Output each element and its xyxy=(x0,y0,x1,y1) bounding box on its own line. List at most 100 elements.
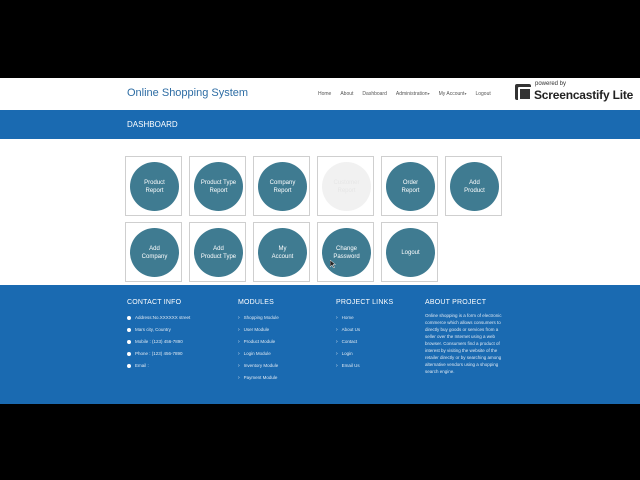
product-type-report-button[interactable]: Product Type Report xyxy=(194,162,243,211)
chevron-right-icon: › xyxy=(336,351,338,357)
module-link[interactable]: › Inventory Module xyxy=(238,360,279,372)
nav-home-label: Home xyxy=(318,91,332,97)
browser-page: Online Shopping System Home About Dashbo… xyxy=(0,78,640,404)
order-report-button[interactable]: Order Report xyxy=(386,162,435,211)
module-link[interactable]: › Payment Module xyxy=(238,372,279,384)
tile-product-type-report: Product Type Report xyxy=(189,156,246,216)
phone-icon xyxy=(127,352,131,356)
location-icon xyxy=(127,328,131,332)
tile-label: Product Report xyxy=(144,179,165,194)
page-title: DASHBOARD xyxy=(127,120,178,129)
tile-label: Add Company xyxy=(141,245,168,260)
chevron-right-icon: › xyxy=(238,327,240,333)
footer-about-title: ABOUT PROJECT xyxy=(425,299,487,306)
chevron-right-icon: › xyxy=(336,315,338,321)
tile-logout: Logout xyxy=(381,222,438,282)
nav-dashboard[interactable]: Dashboard xyxy=(362,91,386,97)
customer-report-button[interactable]: Customer Report xyxy=(322,162,371,211)
project-link[interactable]: › About Us xyxy=(336,324,393,336)
add-company-button[interactable]: Add Company xyxy=(130,228,179,277)
module-link[interactable]: › User Module xyxy=(238,324,279,336)
nav-administration[interactable]: Administration▾ xyxy=(396,91,430,97)
tile-add-company: Add Company xyxy=(125,222,182,282)
tile-label: Company Report xyxy=(269,179,296,194)
project-link[interactable]: › Contact xyxy=(336,336,393,348)
tile-company-report: Company Report xyxy=(253,156,310,216)
nav-my-account[interactable]: My Account▾ xyxy=(439,91,467,97)
module-link[interactable]: › Product Module xyxy=(238,336,279,348)
watermark-powered-by: powered by xyxy=(535,81,567,87)
project-link[interactable]: › Home xyxy=(336,312,393,324)
nav-logout-label: Logout xyxy=(475,91,491,97)
company-report-button[interactable]: Company Report xyxy=(258,162,307,211)
footer-project-links: PROJECT LINKS › Home › About Us › Contact ›… xyxy=(336,299,393,372)
chevron-right-icon: › xyxy=(336,339,338,345)
tile-change-password: Change Password xyxy=(317,222,374,282)
chevron-right-icon: › xyxy=(238,351,240,357)
nav-my-account-label: My Account xyxy=(438,91,465,97)
nav-home[interactable]: Home xyxy=(318,91,331,97)
module-link[interactable]: › Shopping Module xyxy=(238,312,279,324)
contact-email: Email : xyxy=(127,360,190,372)
footer-contact-info: CONTACT INFO Address:No.XXXXXX street Ma… xyxy=(127,299,190,372)
contact-city: Mars city, Country xyxy=(127,324,190,336)
change-password-button[interactable]: Change Password xyxy=(322,228,371,277)
screencastify-logo-icon xyxy=(515,84,532,101)
chevron-down-icon: ▾ xyxy=(464,91,467,96)
main-nav: Home About Dashboard Administration▾ My … xyxy=(318,91,500,97)
contact-mobile: Mobile : (123) 456-7890 xyxy=(127,336,190,348)
chevron-right-icon: › xyxy=(336,363,338,369)
nav-administration-label: Administration xyxy=(395,91,428,97)
home-icon xyxy=(127,316,131,320)
tile-add-product-type: Add Product Type xyxy=(189,222,246,282)
my-account-button[interactable]: My Account xyxy=(258,228,307,277)
chevron-down-icon: ▾ xyxy=(427,91,430,96)
footer-about-project: ABOUT PROJECT Online shopping is a form … xyxy=(425,299,503,375)
add-product-button[interactable]: Add Product xyxy=(450,162,499,211)
tile-label: My Account xyxy=(271,245,294,260)
envelope-icon xyxy=(127,364,131,368)
chevron-right-icon: › xyxy=(238,363,240,369)
chevron-right-icon: › xyxy=(336,327,338,333)
screencastify-watermark: powered by Screencastify Lite xyxy=(513,80,637,106)
product-report-button[interactable]: Product Report xyxy=(130,162,179,211)
tile-product-report: Product Report xyxy=(125,156,182,216)
nav-dashboard-label: Dashboard xyxy=(362,91,387,97)
add-product-type-button[interactable]: Add Product Type xyxy=(194,228,243,277)
footer-modules-title: MODULES xyxy=(238,299,275,306)
tile-label: Change Password xyxy=(333,245,360,260)
mouse-cursor-icon xyxy=(330,260,336,268)
nav-logout[interactable]: Logout xyxy=(475,91,490,97)
footer-links-title: PROJECT LINKS xyxy=(336,299,394,306)
chevron-right-icon: › xyxy=(238,315,240,321)
tile-add-product: Add Product xyxy=(445,156,502,216)
tile-label: Add Product Type xyxy=(200,245,237,260)
chevron-right-icon: › xyxy=(238,375,240,381)
mobile-icon xyxy=(127,340,131,344)
project-link[interactable]: › Email Us xyxy=(336,360,393,372)
nav-about-label: About xyxy=(340,91,354,97)
tile-label: Logout xyxy=(401,249,420,256)
tile-label: Order Report xyxy=(401,179,420,194)
tile-order-report: Order Report xyxy=(381,156,438,216)
watermark-brand: Screencastify Lite xyxy=(534,88,634,102)
brand-title[interactable]: Online Shopping System xyxy=(127,87,248,99)
top-navbar: Online Shopping System Home About Dashbo… xyxy=(0,78,640,110)
contact-phone: Phone : (123) 456-7890 xyxy=(127,348,190,360)
nav-about[interactable]: About xyxy=(340,91,353,97)
tile-my-account: My Account xyxy=(253,222,310,282)
tile-label: Add Product xyxy=(464,179,485,194)
module-link[interactable]: › Login Module xyxy=(238,348,279,360)
contact-address: Address:No.XXXXXX street xyxy=(127,312,190,324)
footer-modules: MODULES › Shopping Module › User Module › P… xyxy=(238,299,279,384)
logout-button[interactable]: Logout xyxy=(386,228,435,277)
about-project-text: Online shopping is a form of electronic … xyxy=(425,313,502,374)
footer-contact-title: CONTACT INFO xyxy=(127,299,182,306)
chevron-right-icon: › xyxy=(238,339,240,345)
project-link[interactable]: › Login xyxy=(336,348,393,360)
tile-label: Customer Report xyxy=(333,179,360,194)
tile-label: Product Type Report xyxy=(200,179,237,194)
footer: CONTACT INFO Address:No.XXXXXX street Ma… xyxy=(0,285,640,404)
dashboard-header-bar: DASHBOARD xyxy=(0,110,640,139)
tile-customer-report: Customer Report xyxy=(317,156,374,216)
